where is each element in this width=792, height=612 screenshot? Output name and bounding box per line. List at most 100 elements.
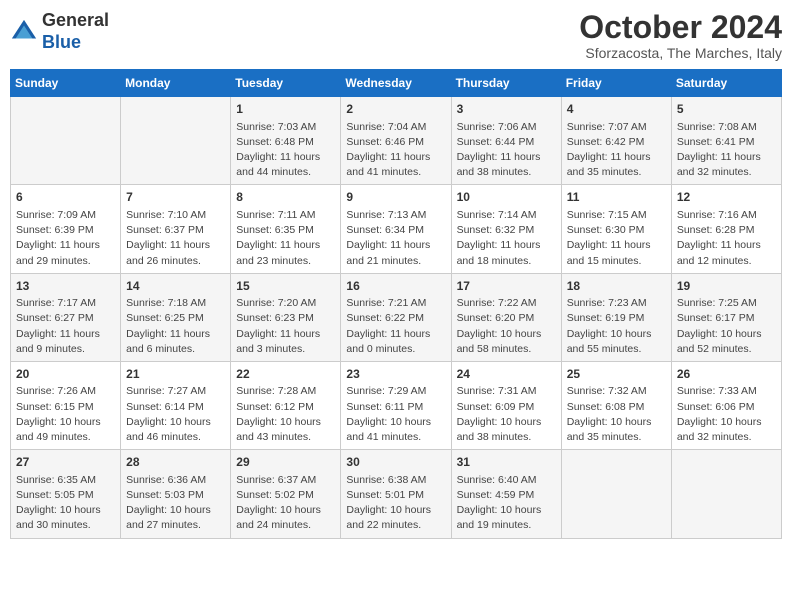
calendar-cell: 6 Sunrise: 7:09 AMSunset: 6:39 PMDaylight… (11, 185, 121, 273)
day-number: 18 (567, 278, 666, 295)
day-number: 14 (126, 278, 225, 295)
calendar-week-4: 20Sunrise: 7:26 AMSunset: 6:15 PMDayligh… (11, 361, 782, 449)
calendar-cell: 27 Sunrise: 6:35 AMSunset: 5:05 PMDayligh… (11, 450, 121, 538)
calendar-cell: 31 Sunrise: 6:40 AMSunset: 4:59 PMDayligh… (451, 450, 561, 538)
weekday-header-friday: Friday (561, 70, 671, 97)
day-number: 2 (346, 101, 445, 118)
day-number: 23 (346, 366, 445, 383)
weekday-header-monday: Monday (121, 70, 231, 97)
day-content: Sunrise: 7:18 AMSunset: 6:25 PMDaylight:… (126, 296, 225, 357)
weekday-header-thursday: Thursday (451, 70, 561, 97)
weekday-row: SundayMondayTuesdayWednesdayThursdayFrid… (11, 70, 782, 97)
calendar-cell: 8 Sunrise: 7:11 AMSunset: 6:35 PMDaylight… (231, 185, 341, 273)
calendar-cell (121, 97, 231, 185)
logo-general: General (42, 10, 109, 30)
weekday-header-wednesday: Wednesday (341, 70, 451, 97)
day-content: Sunrise: 6:35 AMSunset: 5:05 PMDaylight:… (16, 473, 115, 534)
day-content: Sunrise: 7:21 AMSunset: 6:22 PMDaylight:… (346, 296, 445, 357)
day-number: 26 (677, 366, 776, 383)
weekday-header-tuesday: Tuesday (231, 70, 341, 97)
day-content: Sunrise: 7:13 AMSunset: 6:34 PMDaylight:… (346, 208, 445, 269)
day-content: Sunrise: 7:22 AMSunset: 6:20 PMDaylight:… (457, 296, 556, 357)
calendar-cell (671, 450, 781, 538)
calendar-week-2: 6 Sunrise: 7:09 AMSunset: 6:39 PMDaylight… (11, 185, 782, 273)
day-number: 28 (126, 454, 225, 471)
calendar-cell: 18Sunrise: 7:23 AMSunset: 6:19 PMDayligh… (561, 273, 671, 361)
calendar-week-5: 27 Sunrise: 6:35 AMSunset: 5:05 PMDayligh… (11, 450, 782, 538)
day-content: Sunrise: 7:14 AMSunset: 6:32 PMDaylight:… (457, 208, 556, 269)
day-content: Sunrise: 6:38 AMSunset: 5:01 PMDaylight:… (346, 473, 445, 534)
calendar-cell: 5Sunrise: 7:08 AMSunset: 6:41 PMDaylight… (671, 97, 781, 185)
day-number: 15 (236, 278, 335, 295)
calendar-cell: 4Sunrise: 7:07 AMSunset: 6:42 PMDaylight… (561, 97, 671, 185)
day-number: 7 (126, 189, 225, 206)
day-content: Sunrise: 7:31 AMSunset: 6:09 PMDaylight:… (457, 384, 556, 445)
day-number: 27 (16, 454, 115, 471)
day-number: 19 (677, 278, 776, 295)
day-content: Sunrise: 7:20 AMSunset: 6:23 PMDaylight:… (236, 296, 335, 357)
day-content: Sunrise: 7:27 AMSunset: 6:14 PMDaylight:… (126, 384, 225, 445)
day-number: 24 (457, 366, 556, 383)
day-content: Sunrise: 7:11 AMSunset: 6:35 PMDaylight:… (236, 208, 335, 269)
calendar-cell: 11 Sunrise: 7:15 AMSunset: 6:30 PMDayligh… (561, 185, 671, 273)
day-content: Sunrise: 7:15 AMSunset: 6:30 PMDaylight:… (567, 208, 666, 269)
day-number: 30 (346, 454, 445, 471)
day-number: 29 (236, 454, 335, 471)
day-content: Sunrise: 7:29 AMSunset: 6:11 PMDaylight:… (346, 384, 445, 445)
location-subtitle: Sforzacosta, The Marches, Italy (579, 45, 782, 61)
calendar-table: SundayMondayTuesdayWednesdayThursdayFrid… (10, 69, 782, 538)
day-number: 11 (567, 189, 666, 206)
calendar-cell: 2Sunrise: 7:04 AMSunset: 6:46 PMDaylight… (341, 97, 451, 185)
calendar-cell: 14Sunrise: 7:18 AMSunset: 6:25 PMDayligh… (121, 273, 231, 361)
day-content: Sunrise: 7:26 AMSunset: 6:15 PMDaylight:… (16, 384, 115, 445)
calendar-cell: 13Sunrise: 7:17 AMSunset: 6:27 PMDayligh… (11, 273, 121, 361)
calendar-cell: 24Sunrise: 7:31 AMSunset: 6:09 PMDayligh… (451, 361, 561, 449)
logo-blue-text: Blue (42, 32, 81, 52)
calendar-cell: 12Sunrise: 7:16 AMSunset: 6:28 PMDayligh… (671, 185, 781, 273)
day-number: 4 (567, 101, 666, 118)
day-content: Sunrise: 7:09 AMSunset: 6:39 PMDaylight:… (16, 208, 115, 269)
day-number: 16 (346, 278, 445, 295)
day-content: Sunrise: 6:40 AMSunset: 4:59 PMDaylight:… (457, 473, 556, 534)
calendar-cell: 28 Sunrise: 6:36 AMSunset: 5:03 PMDayligh… (121, 450, 231, 538)
day-number: 13 (16, 278, 115, 295)
weekday-header-saturday: Saturday (671, 70, 781, 97)
day-content: Sunrise: 7:33 AMSunset: 6:06 PMDaylight:… (677, 384, 776, 445)
calendar-cell: 19Sunrise: 7:25 AMSunset: 6:17 PMDayligh… (671, 273, 781, 361)
day-content: Sunrise: 6:36 AMSunset: 5:03 PMDaylight:… (126, 473, 225, 534)
day-number: 20 (16, 366, 115, 383)
calendar-cell: 15Sunrise: 7:20 AMSunset: 6:23 PMDayligh… (231, 273, 341, 361)
logo-text: General Blue (42, 10, 109, 53)
day-number: 3 (457, 101, 556, 118)
day-number: 22 (236, 366, 335, 383)
weekday-header-sunday: Sunday (11, 70, 121, 97)
calendar-week-3: 13Sunrise: 7:17 AMSunset: 6:27 PMDayligh… (11, 273, 782, 361)
day-content: Sunrise: 7:16 AMSunset: 6:28 PMDaylight:… (677, 208, 776, 269)
day-number: 8 (236, 189, 335, 206)
calendar-cell: 10 Sunrise: 7:14 AMSunset: 6:32 PMDayligh… (451, 185, 561, 273)
logo-icon (10, 18, 38, 46)
day-content: Sunrise: 7:28 AMSunset: 6:12 PMDaylight:… (236, 384, 335, 445)
calendar-cell: 29 Sunrise: 6:37 AMSunset: 5:02 PMDayligh… (231, 450, 341, 538)
calendar-cell: 3Sunrise: 7:06 AMSunset: 6:44 PMDaylight… (451, 97, 561, 185)
calendar-cell: 1Sunrise: 7:03 AMSunset: 6:48 PMDaylight… (231, 97, 341, 185)
day-number: 10 (457, 189, 556, 206)
day-number: 25 (567, 366, 666, 383)
day-content: Sunrise: 7:08 AMSunset: 6:41 PMDaylight:… (677, 120, 776, 181)
calendar-body: 1Sunrise: 7:03 AMSunset: 6:48 PMDaylight… (11, 97, 782, 538)
calendar-cell: 17Sunrise: 7:22 AMSunset: 6:20 PMDayligh… (451, 273, 561, 361)
day-content: Sunrise: 7:10 AMSunset: 6:37 PMDaylight:… (126, 208, 225, 269)
calendar-cell: 26Sunrise: 7:33 AMSunset: 6:06 PMDayligh… (671, 361, 781, 449)
calendar-cell: 16Sunrise: 7:21 AMSunset: 6:22 PMDayligh… (341, 273, 451, 361)
day-number: 31 (457, 454, 556, 471)
calendar-cell: 20Sunrise: 7:26 AMSunset: 6:15 PMDayligh… (11, 361, 121, 449)
calendar-header: SundayMondayTuesdayWednesdayThursdayFrid… (11, 70, 782, 97)
day-content: Sunrise: 6:37 AMSunset: 5:02 PMDaylight:… (236, 473, 335, 534)
day-number: 6 (16, 189, 115, 206)
calendar-cell: 23Sunrise: 7:29 AMSunset: 6:11 PMDayligh… (341, 361, 451, 449)
logo: General Blue (10, 10, 109, 53)
calendar-week-1: 1Sunrise: 7:03 AMSunset: 6:48 PMDaylight… (11, 97, 782, 185)
calendar-cell: 25Sunrise: 7:32 AMSunset: 6:08 PMDayligh… (561, 361, 671, 449)
calendar-cell: 30 Sunrise: 6:38 AMSunset: 5:01 PMDayligh… (341, 450, 451, 538)
day-content: Sunrise: 7:17 AMSunset: 6:27 PMDaylight:… (16, 296, 115, 357)
